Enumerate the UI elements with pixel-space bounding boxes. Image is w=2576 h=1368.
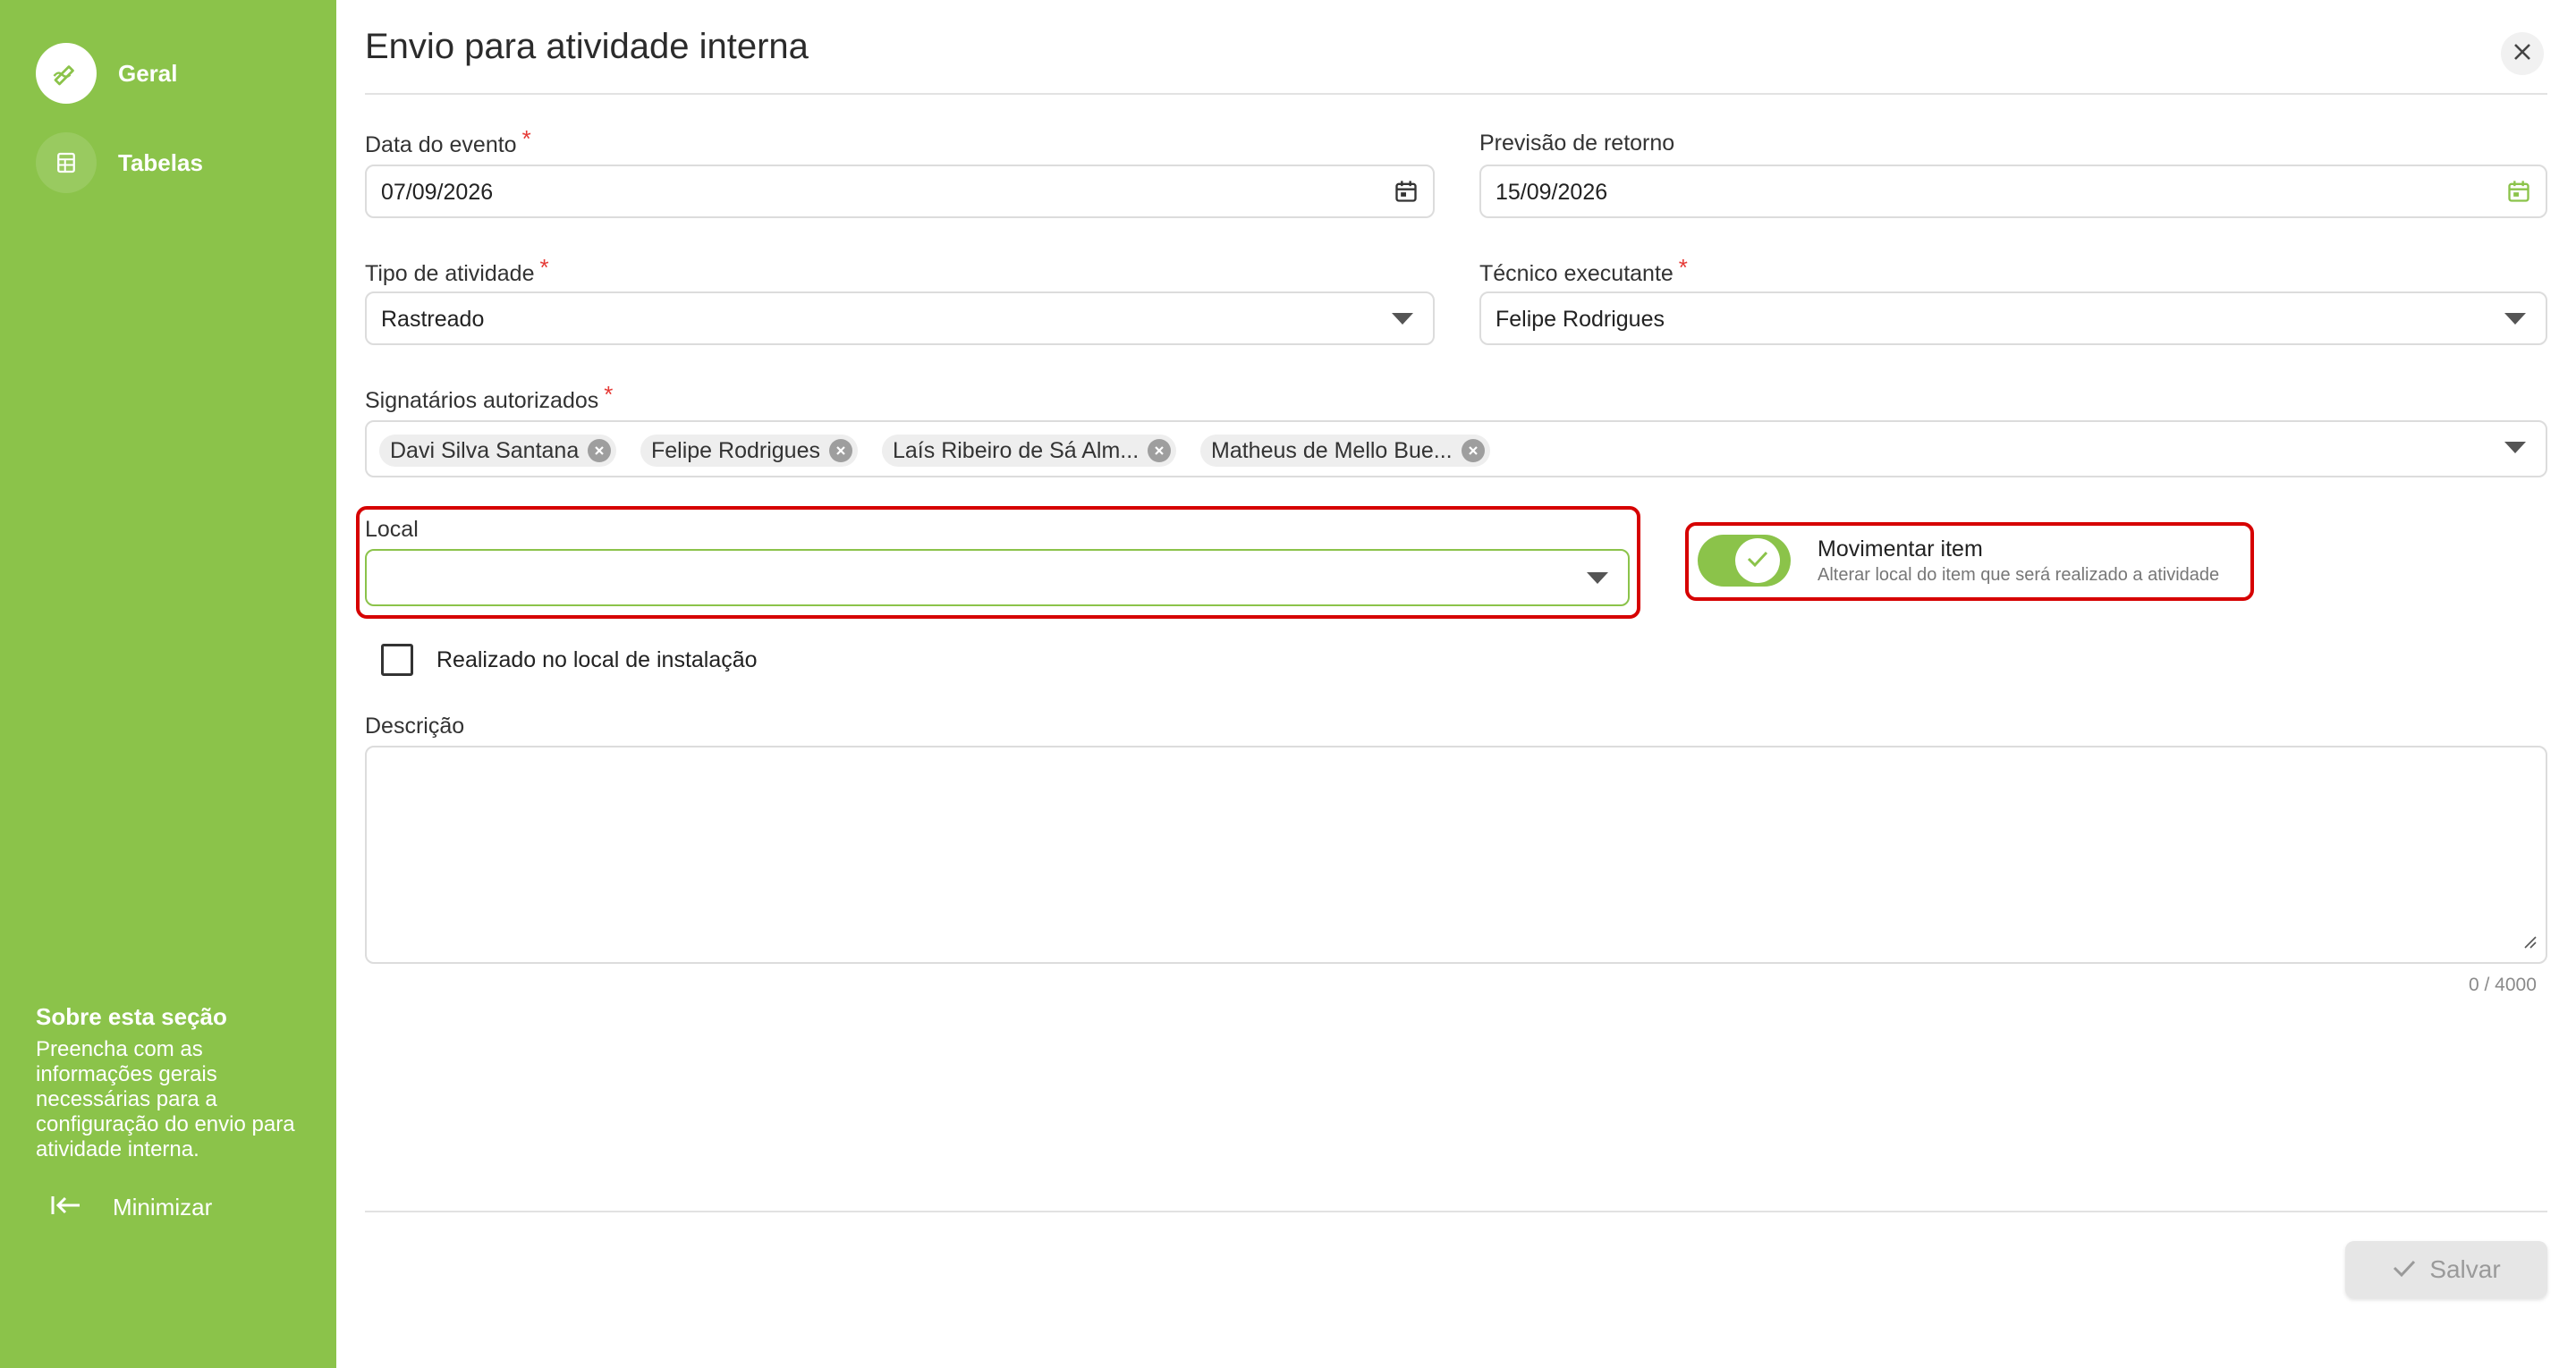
signatarios-multiselect[interactable]: Davi Silva Santana Felipe Rodrigues Laís… <box>365 420 2547 477</box>
page-title: Envio para atividade interna <box>365 27 809 66</box>
data-evento-input[interactable]: 07/09/2026 <box>365 165 1435 218</box>
realizado-local-checkbox[interactable] <box>381 644 413 676</box>
sidebar-item-geral[interactable]: Geral <box>36 43 178 104</box>
tecnico-executante-value: Felipe Rodrigues <box>1496 307 1665 332</box>
save-label: Salvar <box>2429 1255 2501 1283</box>
previsao-retorno-value: 15/09/2026 <box>1496 180 1608 205</box>
save-button[interactable]: Salvar <box>2345 1241 2547 1298</box>
data-evento-label: Data do evento * <box>365 125 531 157</box>
calendar-icon[interactable] <box>2506 179 2531 208</box>
chevron-down-icon <box>1392 313 1413 325</box>
tipo-atividade-value: Rastreado <box>381 307 485 332</box>
toggle-knob <box>1735 538 1780 583</box>
sidebar-item-label: Geral <box>118 59 178 87</box>
tipo-atividade-select[interactable]: Rastreado <box>365 291 1435 345</box>
sidebar: Geral Tabelas Sobre esta seção Preencha … <box>0 0 336 1368</box>
chevron-down-icon <box>2504 313 2526 325</box>
remove-chip-icon[interactable] <box>588 439 612 462</box>
sidebar-item-tabelas[interactable]: Tabelas <box>36 132 203 193</box>
local-select[interactable] <box>365 549 1630 606</box>
movimentar-item-title: Movimentar item <box>1818 536 1983 562</box>
previsao-retorno-input[interactable]: 15/09/2026 <box>1479 165 2547 218</box>
minimize-label: Minimizar <box>113 1194 213 1220</box>
descricao-label: Descrição <box>365 714 465 739</box>
check-icon <box>1746 549 1769 573</box>
signatarios-label: Signatários autorizados * <box>365 381 614 413</box>
sidebar-item-label: Tabelas <box>118 148 203 176</box>
realizado-local-label: Realizado no local de instalação <box>436 647 758 672</box>
about-section-title: Sobre esta seção <box>36 1003 227 1030</box>
close-button[interactable] <box>2501 32 2544 75</box>
footer-divider <box>365 1211 2547 1212</box>
tipo-atividade-label: Tipo de atividade * <box>365 254 549 286</box>
chevron-down-icon <box>2504 442 2526 453</box>
signatario-chip: Felipe Rodrigues <box>640 435 858 467</box>
close-icon <box>2512 42 2532 66</box>
pencil-icon <box>36 43 97 104</box>
remove-chip-icon[interactable] <box>1148 439 1172 462</box>
check-icon <box>2392 1255 2417 1284</box>
table-icon <box>36 132 97 193</box>
movimentar-item-description: Alterar local do item que será realizado… <box>1818 565 2220 585</box>
signatario-chip: Matheus de Mello Bue... <box>1200 435 1490 467</box>
tecnico-executante-label: Técnico executante * <box>1479 254 1688 286</box>
chevron-down-icon <box>1587 572 1608 584</box>
remove-chip-icon[interactable] <box>829 439 852 462</box>
minimize-button[interactable]: Minimizar <box>50 1193 212 1222</box>
remove-chip-icon[interactable] <box>1461 439 1485 462</box>
local-label: Local <box>365 517 419 542</box>
data-evento-value: 07/09/2026 <box>381 180 494 205</box>
about-section-text: Preencha com as informações gerais neces… <box>36 1037 295 1161</box>
signatario-chip: Davi Silva Santana <box>379 435 617 467</box>
header-divider <box>365 93 2547 95</box>
calendar-icon[interactable] <box>1394 179 1419 208</box>
tecnico-executante-select[interactable]: Felipe Rodrigues <box>1479 291 2547 345</box>
descricao-counter: 0 / 4000 <box>2469 975 2537 995</box>
collapse-left-icon <box>50 1193 82 1222</box>
signatario-chip: Laís Ribeiro de Sá Alm... <box>882 435 1177 467</box>
previsao-retorno-label: Previsão de retorno <box>1479 131 1675 156</box>
descricao-textarea[interactable] <box>365 746 2547 964</box>
resize-handle-icon[interactable] <box>2522 934 2537 953</box>
